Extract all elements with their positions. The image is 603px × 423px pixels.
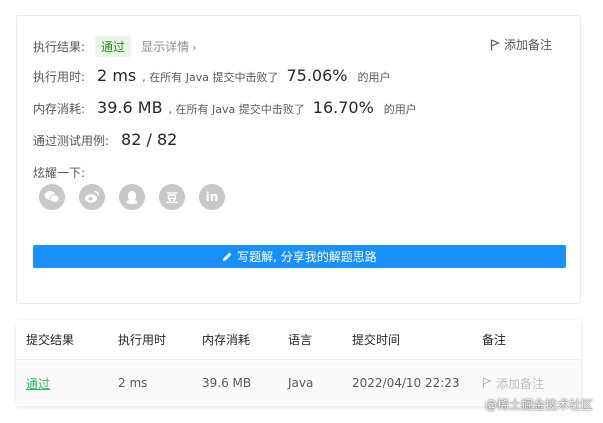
memory-row: 内存消耗: 39.6 MB , 在所有 Java 提交中击败了 16.70% 的… [33, 98, 417, 117]
memory-suffix: 的用户 [383, 103, 417, 116]
linkedin-icon[interactable]: in [199, 184, 225, 210]
wechat-icon[interactable] [39, 184, 65, 210]
chevron-right-icon: › [192, 41, 197, 54]
submission-result-card: 执行结果: 通过 显示详情 › 添加备注 执行用时: 2 ms , 在所有 Jav… [16, 15, 581, 304]
header-submit-time: 提交时间 [352, 333, 401, 347]
memory-beat-text: , 在所有 Java 提交中击败了 [168, 103, 305, 116]
runtime-percent: 75.06% [286, 66, 348, 85]
flag-icon [490, 38, 500, 50]
table-header: 提交结果 执行用时 内存消耗 语言 提交时间 备注 [16, 320, 581, 360]
qq-icon[interactable] [119, 184, 145, 210]
header-language: 语言 [288, 333, 313, 347]
watermark: @稀土掘金技术社区 [484, 398, 593, 412]
share-label: 炫耀一下: [33, 166, 86, 180]
social-share-icons: 豆 in [39, 184, 225, 210]
header-result: 提交结果 [26, 333, 75, 347]
testcases-value: 82 / 82 [121, 130, 178, 149]
submissions-table: 提交结果 执行用时 内存消耗 语言 提交时间 备注 通过 2 ms 39.6 M… [16, 320, 581, 406]
header-memory: 内存消耗 [202, 333, 251, 347]
row-runtime: 2 ms [118, 376, 148, 390]
douban-icon[interactable]: 豆 [159, 184, 185, 210]
runtime-beat-text: , 在所有 Java 提交中击败了 [142, 71, 279, 84]
add-note-button[interactable]: 添加备注 [490, 36, 552, 53]
header-note: 备注 [482, 333, 507, 347]
pencil-icon [223, 252, 232, 261]
runtime-row: 执行用时: 2 ms , 在所有 Java 提交中击败了 75.06% 的用户 [33, 66, 390, 85]
runtime-value: 2 ms [97, 66, 137, 85]
row-memory: 39.6 MB [202, 376, 252, 390]
row-result-link[interactable]: 通过 [26, 361, 50, 405]
testcases-row: 通过测试用例: 82 / 82 [33, 130, 177, 149]
runtime-suffix: 的用户 [357, 71, 391, 84]
flag-icon [482, 377, 492, 389]
result-row: 执行结果: 通过 显示详情 › [33, 36, 196, 57]
status-badge: 通过 [95, 36, 132, 57]
write-solution-label: 写题解, 分享我的解题思路 [237, 250, 377, 264]
show-details-link[interactable]: 显示详情 › [141, 38, 196, 55]
weibo-icon[interactable] [79, 184, 105, 210]
row-add-note-label: 添加备注 [496, 376, 545, 391]
write-solution-button[interactable]: 写题解, 分享我的解题思路 [33, 245, 566, 268]
row-submit-time: 2022/04/10 22:23 [352, 376, 460, 390]
result-label: 执行结果: [33, 40, 86, 54]
runtime-label: 执行用时: [33, 70, 86, 84]
row-language: Java [288, 376, 314, 390]
add-note-label: 添加备注 [503, 38, 552, 52]
memory-percent: 16.70% [312, 98, 374, 117]
header-runtime: 执行用时 [118, 333, 167, 347]
show-details-label: 显示详情 [141, 40, 190, 54]
memory-value: 39.6 MB [97, 98, 163, 117]
testcases-label: 通过测试用例: [33, 134, 110, 148]
memory-label: 内存消耗: [33, 102, 86, 116]
